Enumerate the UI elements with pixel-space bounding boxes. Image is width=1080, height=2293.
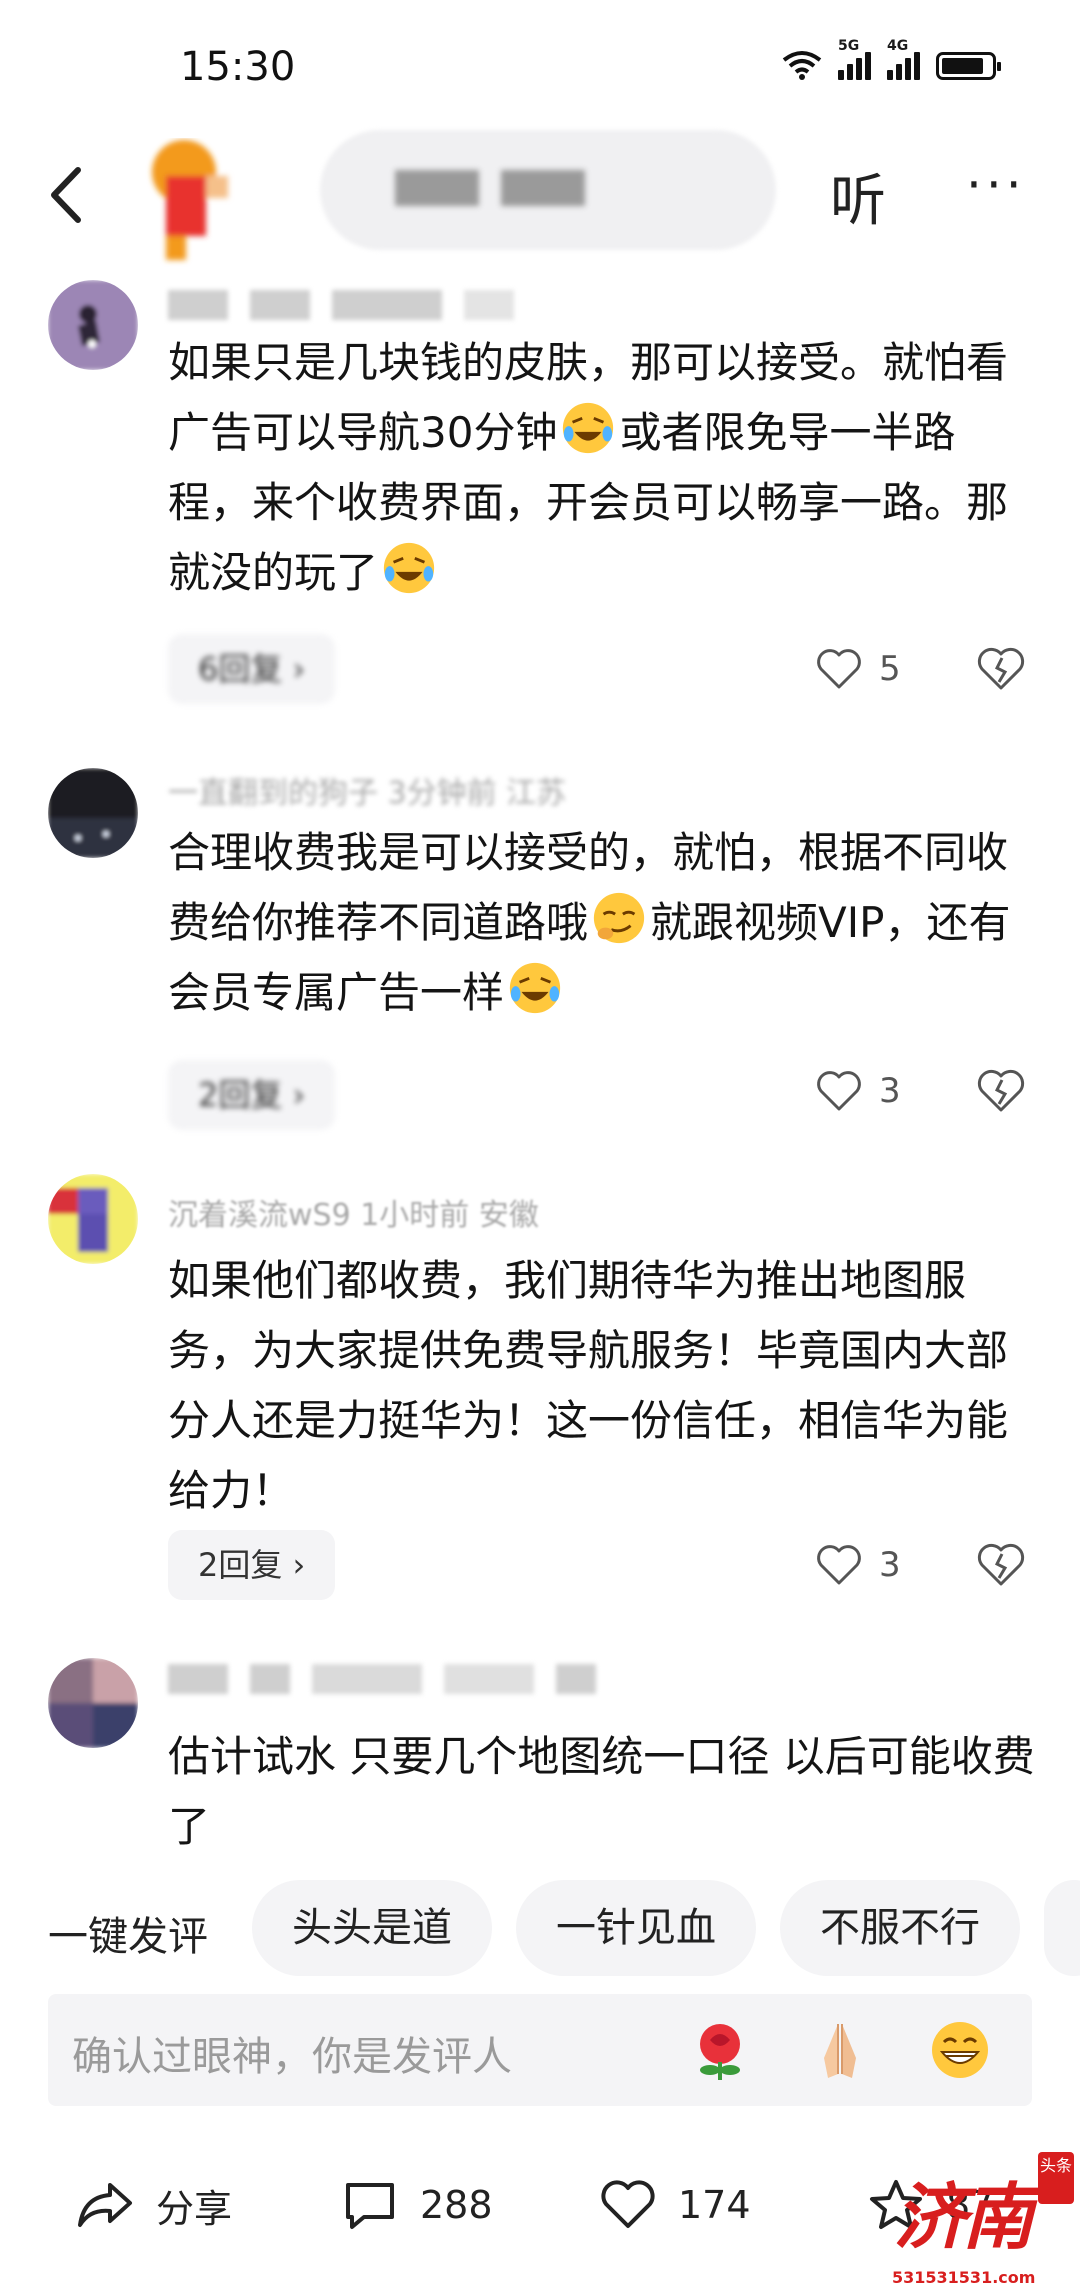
praying-hands-emoji-icon[interactable] (808, 2018, 872, 2082)
laughing-crying-emoji-icon (509, 962, 561, 1014)
watermark-url: 531531531.com (892, 2268, 1036, 2287)
comment-count: 288 (420, 2183, 493, 2227)
signal-4g-icon: 4G (887, 38, 920, 80)
listen-button[interactable]: 听 (830, 156, 886, 237)
broken-heart-icon[interactable] (976, 1066, 1026, 1116)
back-arrow-icon[interactable] (40, 158, 104, 232)
like-button[interactable]: 5 (815, 644, 901, 694)
like-count: 3 (879, 1071, 901, 1111)
reply-count-button[interactable]: 2回复 › (168, 1060, 336, 1130)
watermark-badge: 头条 (1038, 2152, 1074, 2204)
status-time: 15:30 (180, 44, 296, 90)
quick-reply-chip[interactable]: 一针见血 (516, 1880, 756, 1976)
wifi-icon (782, 51, 822, 80)
quick-reply-chip[interactable]: 不服不行 (780, 1880, 1020, 1976)
blurred-account-name (395, 170, 585, 206)
like-button[interactable]: 3 (815, 1540, 901, 1590)
heart-icon (817, 649, 861, 689)
comment-count-button[interactable]: 288 (342, 2170, 493, 2240)
top-header: 听 ··· (0, 130, 1080, 270)
user-avatar[interactable] (48, 768, 138, 858)
share-label: 分享 (156, 2186, 233, 2231)
comment-meta-blurred (168, 1660, 618, 1696)
like-count-button[interactable]: 174 (600, 2170, 751, 2240)
like-count: 5 (879, 649, 901, 689)
broken-heart-icon[interactable] (976, 1540, 1026, 1590)
laughing-crying-emoji-icon (563, 402, 614, 454)
like-count-total: 174 (678, 2183, 751, 2227)
comment-input-placeholder: 确认过眼神，你是发评人 (72, 2034, 512, 2080)
comment-meta-blurred: 一直翻到的狗子 3分钟前 江苏 (168, 776, 567, 811)
share-button[interactable]: 分享 (76, 2170, 232, 2240)
like-button[interactable]: 3 (815, 1066, 901, 1116)
comment-bubble-icon (346, 2183, 394, 2229)
reply-count-button[interactable]: 2回复 › (168, 1530, 336, 1600)
comment-text: 如果他们都收费，我们期待华为推出地图服务，为大家提供免费导航服务！毕竟国内大部分… (168, 1256, 1009, 1515)
heart-icon (601, 2180, 655, 2228)
comment-meta: 沉着溪流wS9 1小时前 安徽 (168, 1198, 539, 1233)
comment-text: 估计试水 只要几个地图统一口径 以后可能收费了 (168, 1732, 1035, 1851)
quick-reply-bar: 一键发评 头头是道 一针见血 不服不行 (0, 1880, 1080, 1980)
comment-input[interactable]: 确认过眼神，你是发评人 (48, 1994, 1032, 2106)
battery-icon (936, 52, 1001, 80)
rose-emoji-icon[interactable] (688, 2018, 752, 2082)
user-avatar[interactable] (48, 1174, 138, 1264)
quick-reply-chip[interactable]: 头头是道 (252, 1880, 492, 1976)
comment-text: 如果只是几块钱的皮肤，那可以接受。就怕看广告可以导航30分钟 或者限免导一半路程，… (168, 338, 1009, 597)
more-options-button[interactable]: ··· (966, 160, 1026, 210)
account-avatar[interactable] (132, 138, 262, 268)
like-count: 3 (879, 1545, 901, 1585)
watermark-text: 济南 (894, 2174, 1034, 2259)
comment-text: 合理收费我是可以接受的，就怕，根据不同收费给你推荐不同道路哦 就跟视频VIP，还有… (168, 828, 1011, 1017)
reply-count-button[interactable]: 6回复 › (168, 634, 336, 704)
signal-5g-icon: 5G (838, 38, 871, 80)
smirking-face-emoji-icon (593, 892, 645, 944)
watermark-logo: 济南 头条 531531531.com (882, 2152, 1080, 2293)
status-icons: 5G 4G (782, 38, 1001, 80)
heart-icon (817, 1071, 861, 1111)
grinning-face-emoji-icon[interactable] (928, 2018, 992, 2082)
quick-reply-label: 一键发评 (48, 1914, 208, 1960)
share-arrow-icon (78, 2183, 132, 2227)
status-bar: 15:30 5G 4G (0, 0, 1080, 130)
user-avatar[interactable] (48, 280, 138, 370)
laughing-crying-emoji-icon (383, 542, 435, 594)
heart-icon (817, 1545, 861, 1585)
quick-reply-chip-partial[interactable] (1044, 1880, 1080, 1976)
user-avatar[interactable] (48, 1658, 138, 1748)
broken-heart-icon[interactable] (976, 644, 1026, 694)
comment-meta-blurred (168, 286, 536, 322)
